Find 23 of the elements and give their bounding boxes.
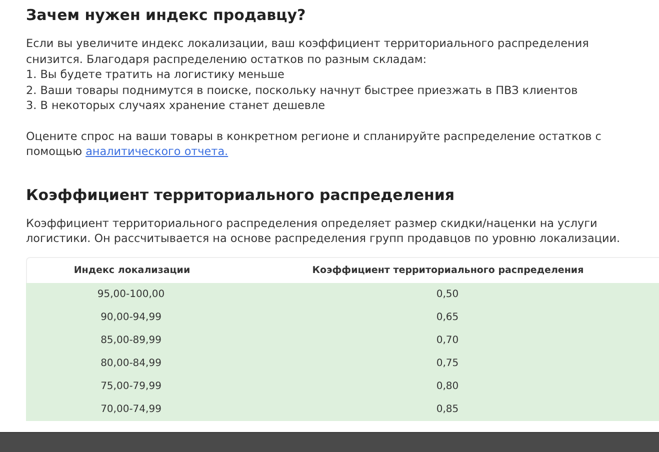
report-link[interactable]: аналитического отчета.: [86, 145, 228, 158]
section-title: Зачем нужен индекс продавцу?: [26, 5, 307, 26]
table-cell: 0,80: [436, 380, 459, 392]
table-cell: 0,85: [436, 404, 459, 414]
list-item: 2. Ваши товары поднимутся в поиске, поскольку начнут быстрее приезжать в ПВЗ клиентов: [26, 82, 579, 98]
table-cell: 0,70: [436, 334, 459, 346]
table-cell: 85,00-89,99: [100, 334, 162, 346]
column-header: Коэффициент территориального распределения: [312, 264, 584, 276]
table-cell: 0,65: [436, 312, 459, 322]
column-header: Индекс локализации: [74, 264, 190, 276]
table-cell: 75,00-79,99: [100, 380, 162, 392]
table-cell: 80,00-84,99: [100, 358, 162, 368]
note-paragraph: Оцените спрос на ваши товары в конкретном регионе и спланируйте распределение остатков с помощью аналитического отчета.: [26, 128, 602, 160]
table-cell: 0,50: [436, 288, 459, 300]
section-title: Коэффициент территориального распределения: [26, 184, 456, 206]
table-cell: 70,00-74,99: [100, 404, 162, 414]
table-cell: 0,75: [436, 358, 459, 368]
table-cell: 95,00-100,00: [97, 288, 165, 300]
table-cell: 90,00-94,99: [100, 312, 162, 322]
list-item: 3. В некоторых случаях хранение станет дешевле: [26, 98, 326, 114]
list-item: 1. Вы будете тратить на логистику меньше: [26, 67, 286, 82]
description-paragraph: Коэффициент территориального распределения определяет размер скидки/наценки на услуги логистики. Он рассчитывается на основе распределения групп продавцов по уровню локализации.: [26, 216, 622, 246]
intro-paragraph: Если вы увеличите индекс локализации, ваш коэффициент территориального распределения снизится. Благодаря распределению остатков по разным складам:: [26, 36, 590, 67]
